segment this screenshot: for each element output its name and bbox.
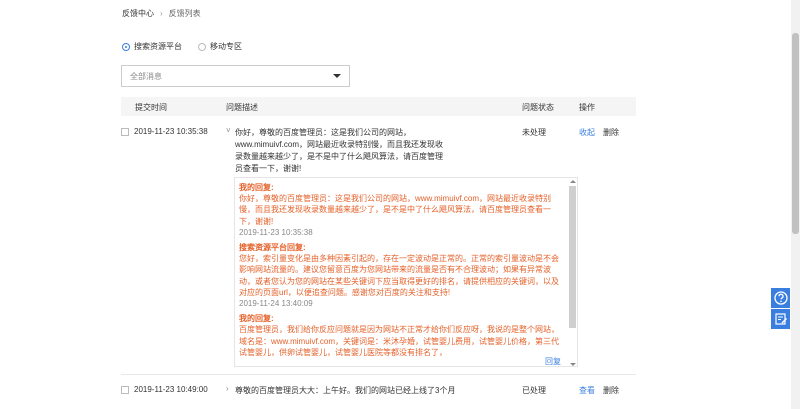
row-time: 2019-11-23 10:35:38 [134,127,208,136]
help-button[interactable] [771,288,790,308]
reply-author: 搜索资源平台回复: [239,243,306,253]
breadcrumb-separator: › [160,9,163,18]
row-status: 已处理 [522,386,546,395]
platform-radio-group: 搜索资源平台 移动专区 [122,41,242,52]
select-value: 全部消息 [130,71,162,81]
radio-label: 搜索资源平台 [134,42,182,51]
delete-link[interactable]: 删除 [603,385,619,396]
view-link[interactable]: 查看 [579,385,595,396]
row-description: 你好，尊敬的百度管理员：这是我们公司的网站，www.mimuivf.com，网站… [235,128,444,173]
reply-author: 我的回复: [239,183,274,192]
reply-text: 你好，尊敬的百度管理员：这是我们公司的网站，www.mimuivf.com，网站… [239,194,552,226]
radio-label: 移动专区 [210,42,242,51]
reply-button[interactable]: 回复 [545,356,561,367]
collapse-link[interactable]: 收起 [579,127,595,138]
breadcrumb: 反馈中心 › 反馈列表 [122,8,201,19]
reply-text: 您好，索引量变化是由多种因素引起的，存在一定波动是正常的。正常的索引量波动是不会… [239,254,559,297]
help-icon [773,291,788,305]
row-divider [121,374,636,375]
radio-mobile-zone[interactable]: 移动专区 [198,41,242,52]
radio-search-platform[interactable]: 搜索资源平台 [122,41,182,52]
reply-thread-panel: 我的回复: 你好，尊敬的百度管理员：这是我们公司的网站，www.mimuivf.… [234,177,578,367]
breadcrumb-current: 反馈列表 [168,9,201,18]
message-filter-select[interactable]: 全部消息 [121,65,350,87]
radio-unchecked-icon[interactable] [198,42,206,51]
reply-thread: 我的回复: 你好，尊敬的百度管理员：这是我们公司的网站，www.mimuivf.… [239,182,565,362]
dropdown-arrow-icon [333,74,341,78]
row-status: 未处理 [522,128,546,137]
column-header-actions: 操作 [579,103,595,112]
scroll-up-arrow-icon[interactable] [570,180,576,183]
row-checkbox[interactable] [121,128,129,136]
table-row: 2019-11-23 10:49:00 › 尊敬的百度管理员大大：上午好。我们的… [121,384,636,404]
panel-scrollbar[interactable] [569,180,576,366]
column-header-time: 提交时间 [135,103,167,112]
reply-item: 搜索资源平台回复: 您好，索引量变化是由多种因素引起的，存在一定波动是正常的。正… [239,242,565,309]
column-header-status: 问题状态 [522,103,554,112]
feedback-button[interactable] [771,309,790,329]
collapse-caret-icon[interactable]: ˅ [226,126,231,135]
reply-author: 我的回复: [239,314,274,324]
scroll-down-arrow-icon[interactable] [570,363,576,366]
reply-item: 我的回复: 你好，尊敬的百度管理员：这是我们公司的网站，www.mimuivf.… [239,182,565,238]
expand-caret-icon[interactable]: › [226,384,229,393]
reply-time: 2019-11-23 10:35:38 [239,227,313,237]
breadcrumb-home[interactable]: 反馈中心 [122,9,154,18]
row-checkbox[interactable] [121,386,129,394]
column-header-description: 问题描述 [226,103,258,112]
delete-link[interactable]: 删除 [603,127,619,138]
window-scrollbar[interactable] [791,0,800,409]
row-description: 尊敬的百度管理员大大：上午好。我们的网站已经上线了3个月 [235,386,456,395]
reply-time: 2019-11-24 13:40:09 [239,299,313,309]
radio-checked-icon[interactable] [122,42,130,51]
reply-item: 我的回复: 百度管理员，我们给你反应问题就是因为网站不正常才给你们反应呀，我说的… [239,313,565,358]
table-header: 提交时间 问题描述 问题状态 操作 [121,97,636,116]
reply-text: 百度管理员，我们给你反应问题就是因为网站不正常才给你们反应呀，我说的是整个网站，… [239,325,560,357]
feedback-edit-icon [774,313,787,325]
row-time: 2019-11-23 10:49:00 [134,385,208,394]
scroll-thumb[interactable] [569,186,576,328]
window-scroll-thumb[interactable] [792,33,799,234]
